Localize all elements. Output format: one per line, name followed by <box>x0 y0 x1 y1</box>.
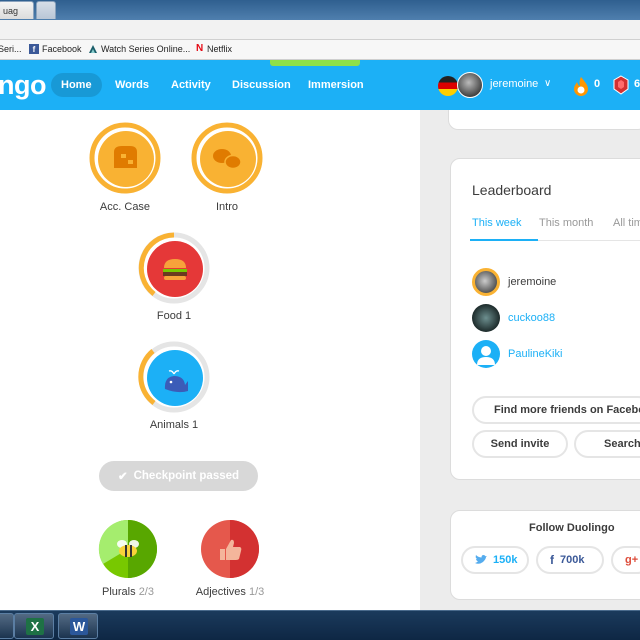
skill-acc-case[interactable] <box>89 122 161 194</box>
skill-food-1[interactable] <box>138 232 210 304</box>
screen: uag Seri... f Facebook Watch Series Onli… <box>0 0 640 640</box>
taskbar-word[interactable]: W <box>58 613 98 639</box>
excel-icon: X <box>26 618 44 635</box>
twitter-icon <box>475 555 487 564</box>
bookmark-label: Seri... <box>0 44 22 54</box>
skill-intro[interactable] <box>191 122 263 194</box>
google-plus-icon: g+ <box>625 554 639 566</box>
skill-label: Acc. Case <box>99 201 151 213</box>
browser-tabstrip: uag <box>0 0 640 20</box>
username[interactable]: jeremoine <box>490 78 538 90</box>
skill-label: Plurals 2/3 <box>84 586 172 598</box>
german-flag-icon[interactable] <box>438 76 458 96</box>
nav-activity[interactable]: Activity <box>161 73 221 97</box>
avatar[interactable] <box>472 268 500 296</box>
skill-ring <box>138 341 210 413</box>
tab-all-time[interactable]: All tim <box>613 217 640 229</box>
acc-case-icon <box>114 146 137 168</box>
nav-home[interactable]: Home <box>51 73 102 97</box>
burger-icon <box>163 259 187 280</box>
skill-circle <box>201 520 259 578</box>
skill-label: Adjectives 1/3 <box>182 586 278 598</box>
watchseries-icon <box>89 45 97 53</box>
twitter-follow-button[interactable]: 150k <box>461 546 529 574</box>
bookmark-label: Facebook <box>42 44 82 54</box>
skill-animals-1[interactable] <box>138 341 210 413</box>
skill-circle <box>98 519 157 578</box>
leaderboard-user[interactable]: PaulineKiki <box>508 348 562 360</box>
skill-ring <box>191 122 263 194</box>
checkpoint-label: Checkpoint passed <box>133 470 240 482</box>
new-tab-button[interactable] <box>36 1 56 19</box>
nav-highlight <box>270 60 360 66</box>
avatar[interactable] <box>472 304 500 332</box>
follow-title: Follow Duolingo <box>529 522 615 534</box>
leaderboard-title: Leaderboard <box>472 182 552 198</box>
bookmark-series[interactable]: Seri... <box>0 44 22 54</box>
facebook-icon: f <box>29 44 39 54</box>
skill-name: Adjectives <box>195 586 246 598</box>
skill-label: Intro <box>215 201 238 213</box>
nav-discussion[interactable]: Discussion <box>222 73 301 97</box>
leaderboard-user-self[interactable]: jeremoine <box>508 276 556 288</box>
checkpoint-passed-button[interactable]: ✔ Checkpoint passed <box>99 461 258 491</box>
chevron-down-icon[interactable]: ∨ <box>544 78 551 89</box>
tab-this-month[interactable]: This month <box>539 217 593 229</box>
active-tab-indicator <box>470 239 538 241</box>
gem-count: 6 <box>634 78 640 90</box>
facebook-count: 700k <box>560 554 585 566</box>
skill-ring <box>138 232 210 304</box>
find-friends-facebook-button[interactable]: Find more friends on Faceboo <box>472 396 640 424</box>
skill-name: Plurals <box>102 586 136 598</box>
windows-taskbar: X W <box>0 610 640 640</box>
skill-progress: 1/3 <box>248 586 265 598</box>
skill-label: Food 1 <box>156 310 192 322</box>
flame-icon[interactable] <box>572 76 590 96</box>
search-friends-button[interactable]: Search <box>574 430 640 458</box>
facebook-follow-button[interactable]: f 700k <box>536 546 604 574</box>
facebook-icon: f <box>550 553 554 567</box>
word-icon: W <box>70 618 88 635</box>
browser-tab[interactable]: uag <box>0 1 34 19</box>
default-avatar-icon[interactable] <box>472 340 500 368</box>
skill-plurals[interactable] <box>92 513 164 585</box>
profile-card-bottom <box>448 110 640 130</box>
skill-label: Animals 1 <box>149 419 199 431</box>
nav-immersion[interactable]: Immersion <box>298 73 374 97</box>
gem-icon[interactable] <box>612 75 630 95</box>
google-plus-follow-button[interactable]: g+ <box>611 546 640 574</box>
nav-words[interactable]: Words <box>105 73 159 97</box>
bookmark-watch-series[interactable]: Watch Series Online... <box>88 44 190 54</box>
bookmarks-bar: Seri... f Facebook Watch Series Online..… <box>0 40 640 60</box>
bookmark-netflix[interactable]: N Netflix <box>196 43 233 55</box>
send-invite-button[interactable]: Send invite <box>472 430 568 458</box>
duolingo-logo[interactable]: ngo <box>0 70 46 101</box>
netflix-icon: N <box>196 43 204 54</box>
bookmark-label: Watch Series Online... <box>101 44 191 54</box>
checkmark-icon: ✔ <box>117 471 128 483</box>
skill-progress: 2/3 <box>138 586 154 598</box>
tab-title: uag <box>3 6 19 16</box>
user-avatar[interactable] <box>457 72 483 98</box>
tab-this-week[interactable]: This week <box>472 217 522 229</box>
bookmark-label: Netflix <box>207 44 233 54</box>
twitter-count: 150k <box>493 554 518 566</box>
skill-ring <box>89 122 161 194</box>
address-bar[interactable] <box>0 20 640 40</box>
bookmark-facebook[interactable]: f Facebook <box>29 44 82 54</box>
streak-count: 0 <box>594 78 601 90</box>
leaderboard-user[interactable]: cuckoo88 <box>508 312 555 324</box>
taskbar-excel[interactable]: X <box>14 613 54 639</box>
taskbar-app[interactable] <box>0 613 14 639</box>
skill-adjectives[interactable] <box>194 513 266 585</box>
